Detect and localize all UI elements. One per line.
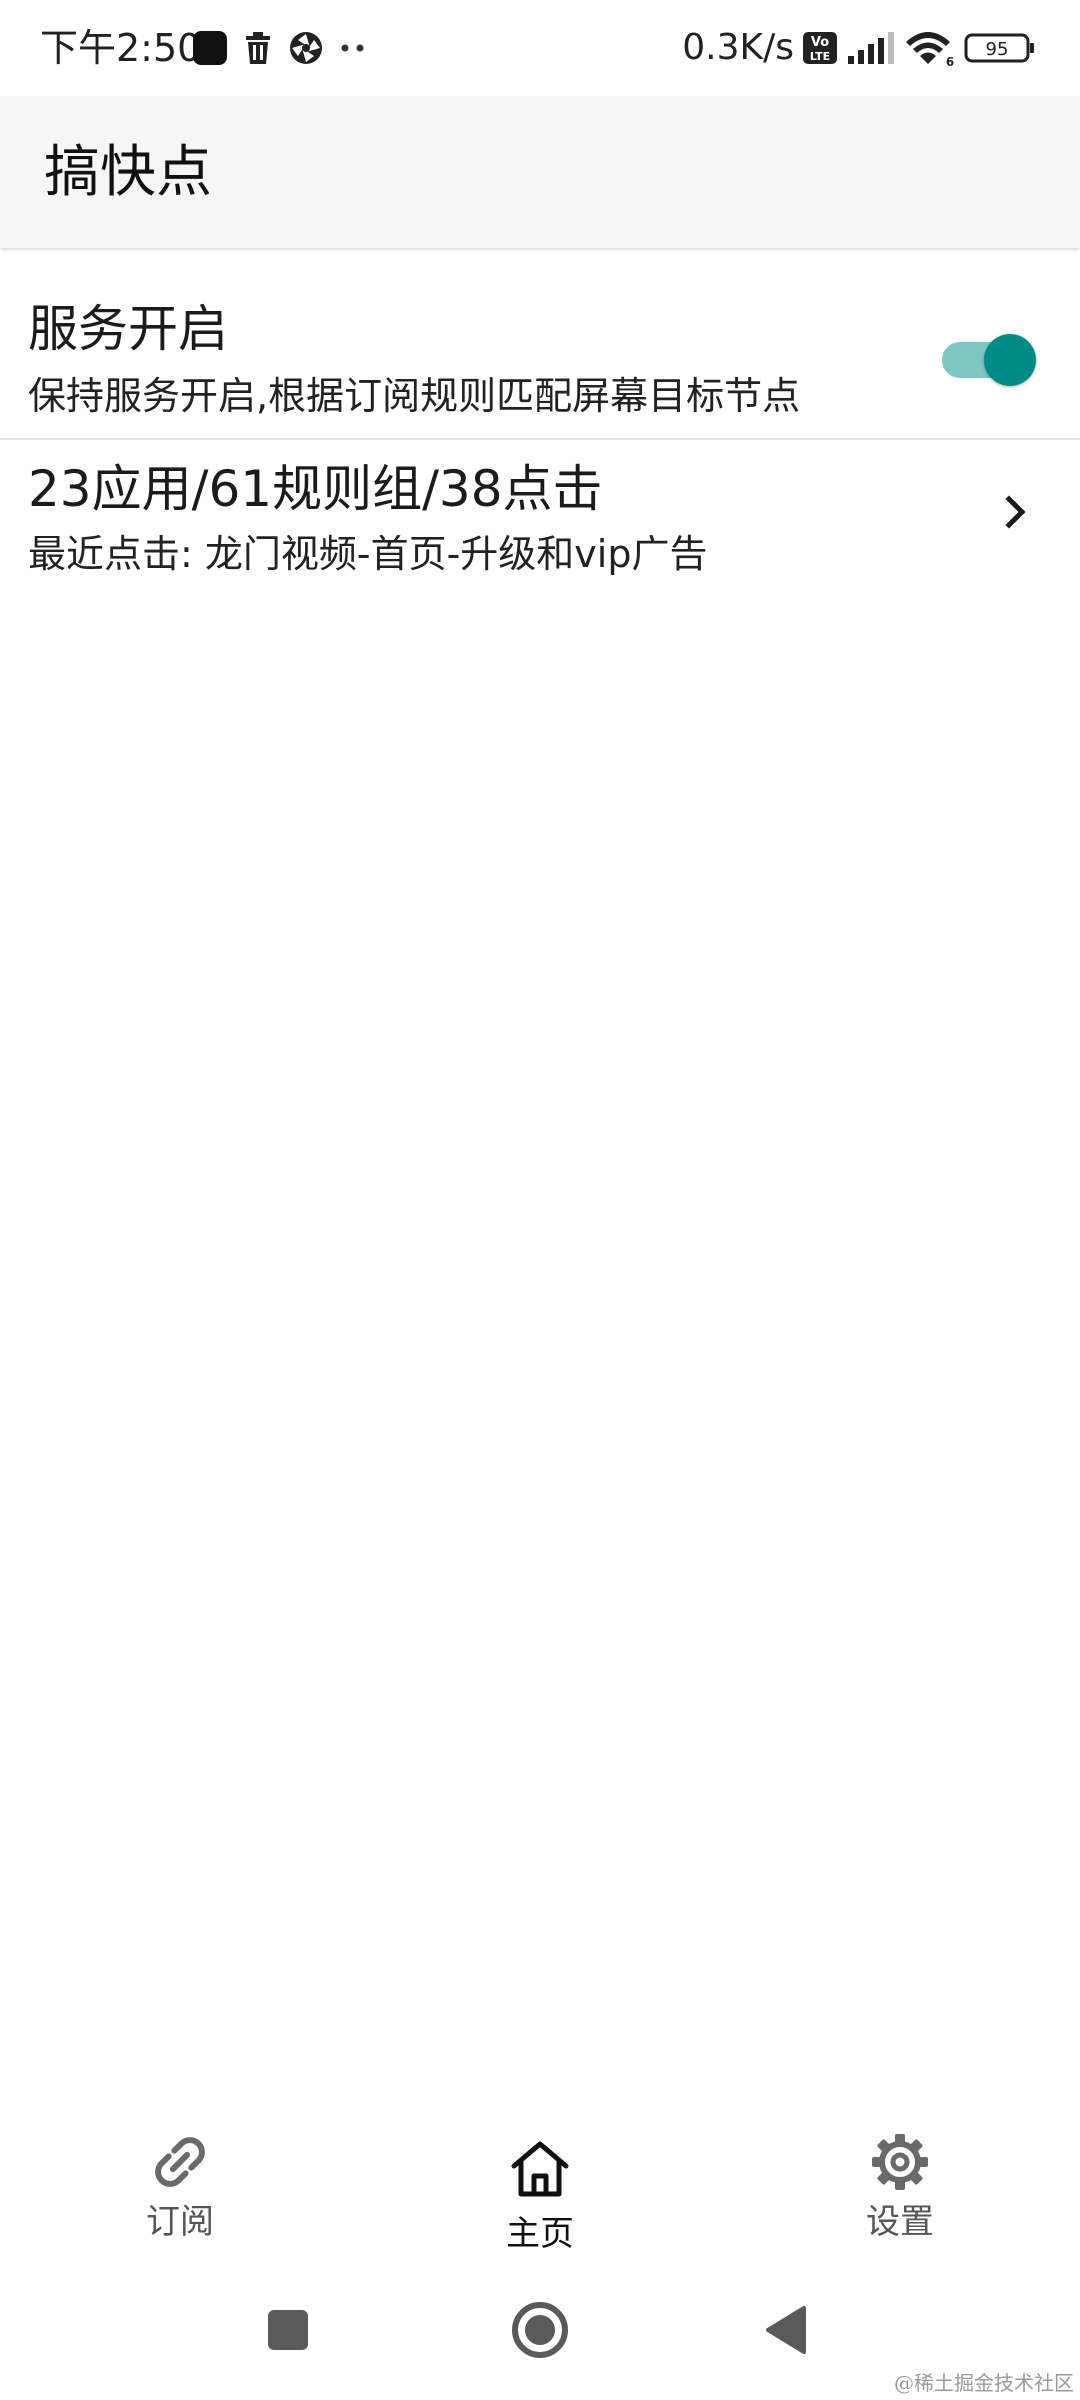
wifi-badge-text: 6 <box>946 55 954 68</box>
watermark: @稀土掘金技术社区 <box>894 2371 1074 2395</box>
nav-item-subscription[interactable]: 订阅 <box>80 2110 280 2270</box>
net-speed: 0.3K/s <box>682 27 794 68</box>
battery-level: 95 <box>986 39 1009 60</box>
status-right: 0.3K/s Vo LTE 6 95 <box>682 24 1036 72</box>
service-switch[interactable] <box>942 334 1036 386</box>
service-subtitle: 保持服务开启,根据订阅规则匹配屏幕目标节点 <box>28 374 801 418</box>
status-time: 下午2:50 <box>40 26 202 70</box>
volte-top-text: Vo <box>811 35 829 50</box>
battery-icon: 95 <box>964 33 1034 63</box>
system-back-button[interactable] <box>756 2298 820 2362</box>
more-dots-icon <box>341 44 364 52</box>
volte-icon: Vo LTE <box>803 32 837 64</box>
nav-item-settings[interactable]: 设置 <box>800 2110 1000 2270</box>
link-icon <box>155 2137 205 2187</box>
nav-label-settings: 设置 <box>866 2202 934 2242</box>
nav-label-home: 主页 <box>506 2214 574 2254</box>
app-notification-icon <box>193 31 227 65</box>
stats-title: 23应用/61规则组/38点击 <box>28 460 603 518</box>
wifi-icon: 6 <box>906 32 954 68</box>
nav-label-subscription: 订阅 <box>146 2202 214 2242</box>
recent-apps-button[interactable] <box>256 2298 320 2362</box>
recent-click-text: 最近点击: 龙门视频-首页-升级和vip广告 <box>28 532 708 576</box>
gear-icon <box>872 2134 928 2190</box>
status-bar: 下午2:50 0.3K/s Vo LTE 6 95 <box>0 0 1080 96</box>
chevron-right-icon <box>1005 495 1026 529</box>
aperture-icon <box>290 32 322 64</box>
service-title: 服务开启 <box>28 300 228 358</box>
switch-thumb <box>984 334 1036 386</box>
app-bar: 搞快点 <box>0 96 1080 248</box>
system-home-button[interactable] <box>508 2298 572 2362</box>
home-icon <box>511 2141 569 2197</box>
bottom-navigation: 订阅 主页 设置 <box>0 2110 1080 2270</box>
notification-icons <box>192 28 368 68</box>
stats-row[interactable]: 23应用/61规则组/38点击 最近点击: 龙门视频-首页-升级和vip广告 <box>0 440 1080 600</box>
trash-icon <box>246 32 270 64</box>
volte-bottom-text: LTE <box>810 50 830 63</box>
page-title: 搞快点 <box>44 140 212 205</box>
nav-item-home[interactable]: 主页 <box>440 2110 640 2270</box>
system-navigation-bar: @稀土掘金技术社区 <box>0 2270 1080 2400</box>
signal-icon <box>848 32 894 64</box>
service-toggle-row[interactable]: 服务开启 保持服务开启,根据订阅规则匹配屏幕目标节点 <box>0 252 1080 440</box>
